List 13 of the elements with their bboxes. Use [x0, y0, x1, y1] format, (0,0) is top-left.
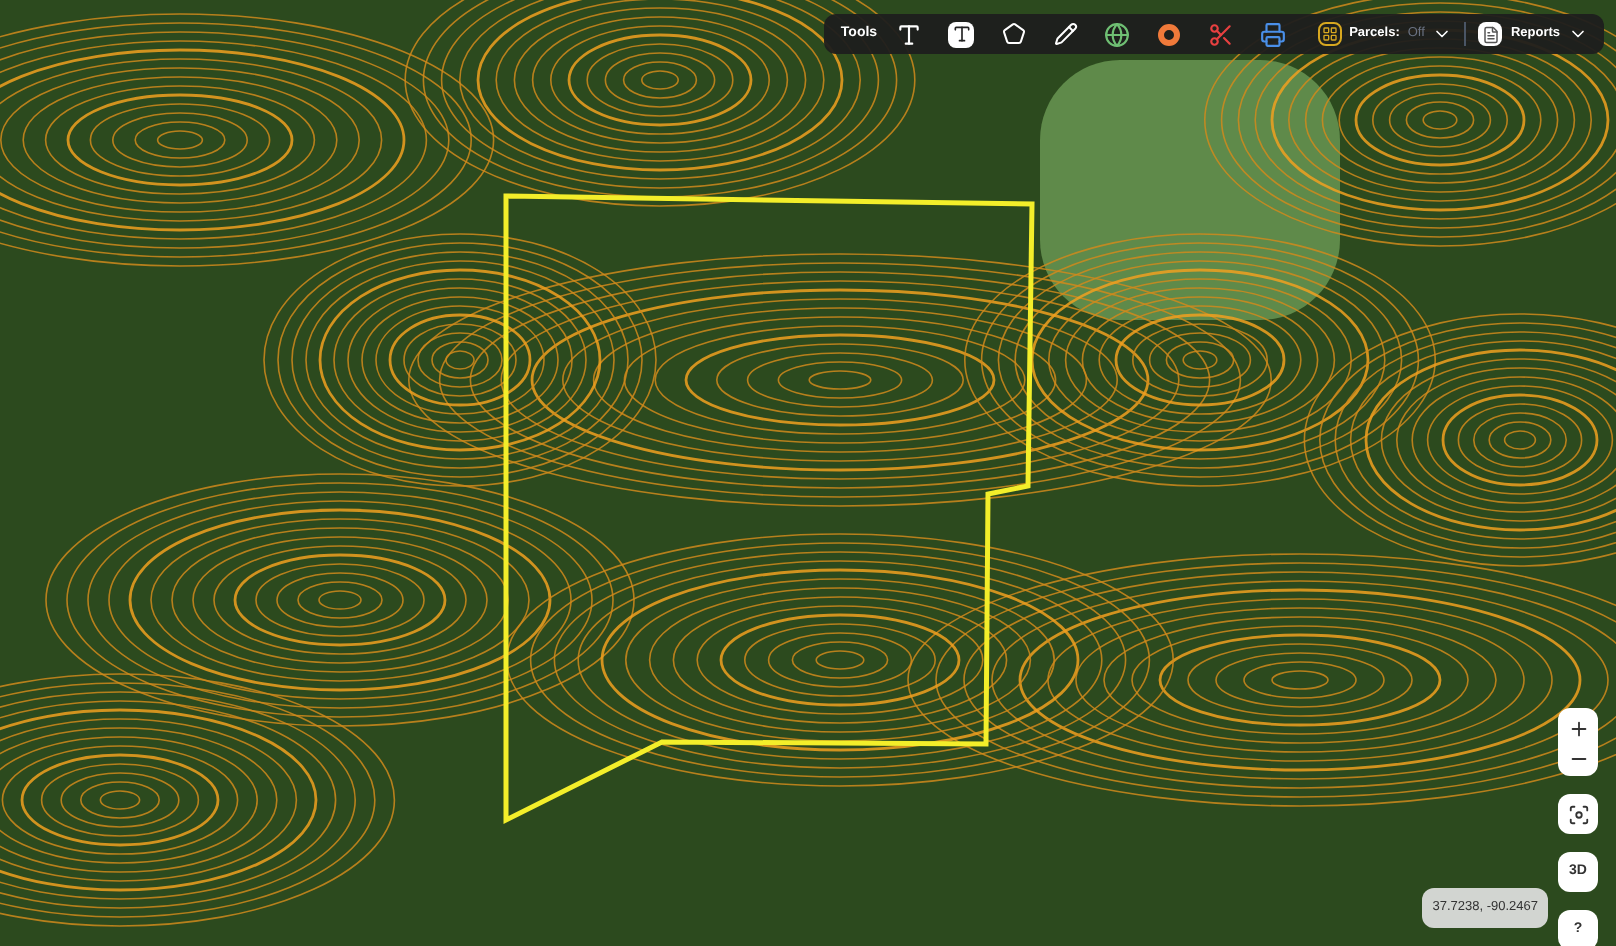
plus-icon [1567, 717, 1589, 739]
document-icon [1478, 22, 1503, 46]
scissors-icon [1208, 21, 1235, 47]
printer-icon [1260, 21, 1287, 47]
text-icon [896, 21, 923, 47]
ring-icon [1158, 23, 1181, 45]
recenter-button[interactable] [1558, 794, 1598, 834]
globe-icon [1104, 21, 1131, 47]
polygon-icon [1001, 22, 1026, 46]
pencil-icon [1053, 22, 1078, 46]
focus-icon [1567, 803, 1589, 825]
text-box-icon [948, 21, 975, 47]
parcels-icon [1317, 22, 1342, 46]
